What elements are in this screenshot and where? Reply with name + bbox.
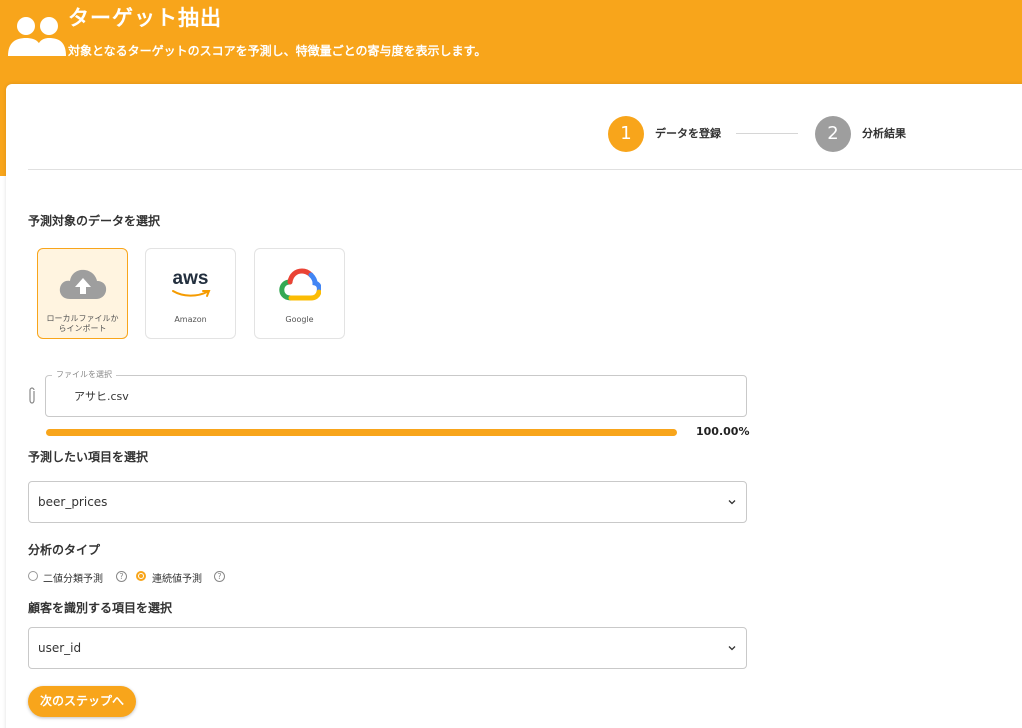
radio-binary[interactable] bbox=[28, 571, 38, 581]
next-step-button[interactable]: 次のステップへ bbox=[28, 686, 136, 717]
step-2-label: 分析結果 bbox=[862, 127, 906, 140]
radio-continuous-label: 連続値予測 bbox=[152, 574, 202, 585]
target-field-select[interactable]: beer_prices bbox=[28, 481, 747, 523]
upload-progress-bar bbox=[46, 429, 677, 436]
google-cloud-logo bbox=[279, 268, 321, 301]
target-field-label: 予測したい項目を選択 bbox=[28, 450, 149, 464]
source-google[interactable]: Google bbox=[254, 248, 345, 339]
paperclip-icon bbox=[29, 387, 35, 404]
source-local-file[interactable]: ローカルファイルか らインポート bbox=[37, 248, 128, 339]
aws-logo-text: aws bbox=[172, 268, 209, 289]
customer-field-select[interactable]: user_id bbox=[28, 627, 747, 669]
radio-continuous[interactable] bbox=[136, 571, 146, 581]
divider bbox=[28, 169, 1022, 170]
file-input[interactable] bbox=[45, 375, 747, 417]
cloud-upload-icon bbox=[59, 269, 107, 299]
users-icon bbox=[8, 17, 66, 56]
step-2-circle: 2 bbox=[815, 116, 851, 152]
source-local-label-2: らインポート bbox=[58, 324, 107, 333]
file-input-value: アサヒ.csv bbox=[74, 390, 129, 403]
data-source-label: 予測対象のデータを選択 bbox=[28, 214, 161, 228]
customer-field-label: 顧客を識別する項目を選択 bbox=[28, 601, 173, 615]
chevron-down-icon bbox=[728, 646, 736, 651]
source-amazon[interactable]: aws Amazon bbox=[145, 248, 236, 339]
radio-binary-label: 二値分類予測 bbox=[43, 574, 103, 585]
stepper: 1 データを登録 2 分析結果 bbox=[608, 116, 968, 152]
aws-smile-icon bbox=[171, 290, 210, 297]
chevron-down-icon bbox=[728, 500, 736, 505]
step-1-label: データを登録 bbox=[655, 127, 721, 140]
analysis-type-label: 分析のタイプ bbox=[28, 543, 101, 557]
help-continuous-icon[interactable]: ? bbox=[214, 571, 225, 582]
upload-progress-text: 100.00% bbox=[696, 425, 750, 438]
help-binary-icon[interactable]: ? bbox=[116, 571, 127, 582]
source-amazon-label: Amazon bbox=[174, 315, 207, 324]
customer-field-value: user_id bbox=[38, 641, 82, 655]
page-title: ターゲット抽出 bbox=[68, 6, 222, 30]
step-connector bbox=[736, 133, 798, 134]
source-google-label: Google bbox=[285, 315, 314, 324]
page-subtitle: 対象となるターゲットのスコアを予測し、特徴量ごとの寄与度を表示します。 bbox=[68, 44, 487, 58]
step-1-circle: 1 bbox=[608, 116, 644, 152]
aws-logo: aws bbox=[146, 269, 235, 299]
target-field-value: beer_prices bbox=[38, 495, 108, 509]
file-input-legend: ファイルを選択 bbox=[52, 369, 116, 380]
upload-progress-fill bbox=[46, 429, 677, 436]
